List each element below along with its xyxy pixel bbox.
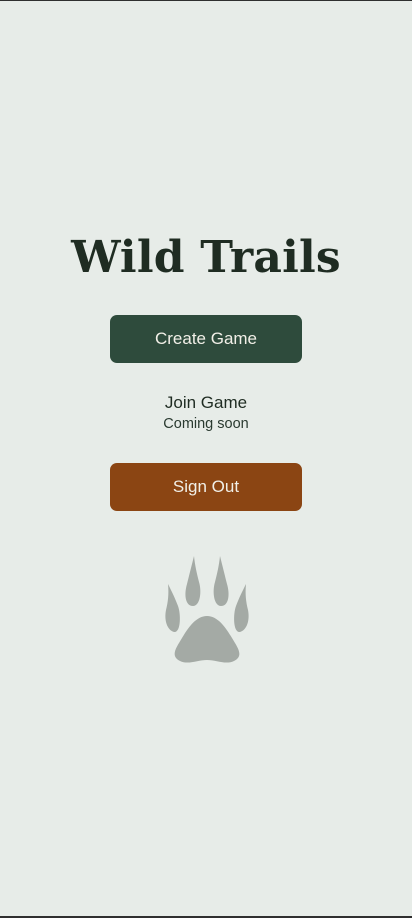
home-screen: Wild Trails Create Game Join Game Coming…	[0, 1, 412, 916]
paw-print-icon	[165, 556, 249, 663]
join-game-status: Coming soon	[163, 416, 249, 432]
create-game-button[interactable]: Create Game	[110, 315, 302, 363]
sign-out-button[interactable]: Sign Out	[110, 463, 302, 511]
join-game-label: Join Game	[164, 393, 248, 412]
join-game-section: Join Game Coming soon	[0, 393, 412, 433]
app-title: Wild Trails	[71, 232, 341, 283]
